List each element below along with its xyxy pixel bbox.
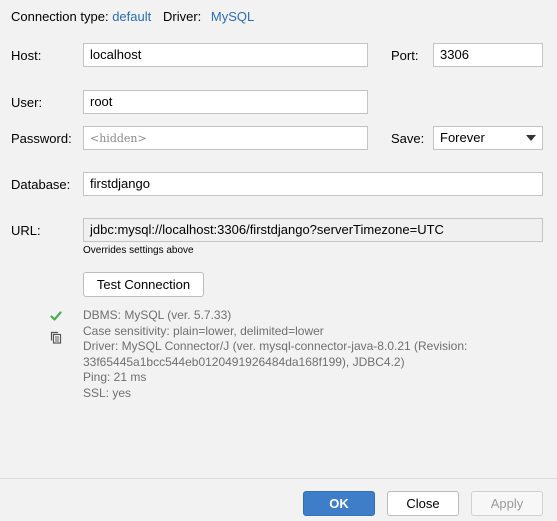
connection-info: DBMS: MySQL (ver. 5.7.33) Case sensitivi… (83, 308, 467, 401)
host-label: Host: (11, 48, 42, 63)
password-label: Password: (11, 131, 72, 146)
driver-link[interactable]: MySQL (211, 9, 254, 24)
port-label: Port: (391, 48, 419, 63)
save-select[interactable]: Forever (433, 126, 543, 150)
save-label: Save: (391, 131, 425, 146)
info-line: DBMS: MySQL (ver. 5.7.33) (83, 308, 232, 322)
info-line: SSL: yes (83, 385, 132, 400)
url-input[interactable]: jdbc:mysql://localhost:3306/firstdjango?… (83, 218, 543, 242)
connection-type-label: Connection type: (11, 9, 109, 24)
check-icon (50, 311, 62, 321)
test-connection-button[interactable]: Test Connection (83, 272, 204, 297)
info-line: 33f65445a1bcc544eb0120491926484da168f199… (83, 354, 405, 369)
user-label: User: (11, 95, 43, 110)
apply-button[interactable]: Apply (471, 491, 543, 516)
database-label: Database: (11, 177, 71, 192)
driver-label: Driver: (163, 9, 202, 24)
database-input[interactable]: firstdjango (83, 172, 543, 196)
chevron-down-icon (526, 135, 536, 141)
driver-row: Driver: MySQL (163, 9, 254, 24)
url-hint: Overrides settings above (83, 245, 194, 256)
port-input[interactable]: 3306 (433, 43, 543, 67)
password-placeholder: <hidden> (90, 132, 147, 145)
connection-type-row: Connection type: default (11, 9, 151, 24)
user-input[interactable]: root (83, 90, 368, 114)
save-select-value: Forever (440, 130, 485, 145)
info-line: Ping: 21 ms (83, 370, 147, 384)
host-input[interactable]: localhost (83, 43, 368, 67)
password-input[interactable]: <hidden> (83, 126, 368, 150)
url-label: URL: (11, 223, 41, 238)
copy-icon[interactable] (50, 331, 62, 344)
info-line: Driver: MySQL Connector/J (ver. mysql-co… (83, 339, 468, 353)
close-button[interactable]: Close (387, 491, 459, 516)
ok-button[interactable]: OK (303, 491, 375, 516)
connection-type-link[interactable]: default (112, 9, 151, 24)
info-line: Case sensitivity: plain=lower, delimited… (83, 323, 324, 338)
